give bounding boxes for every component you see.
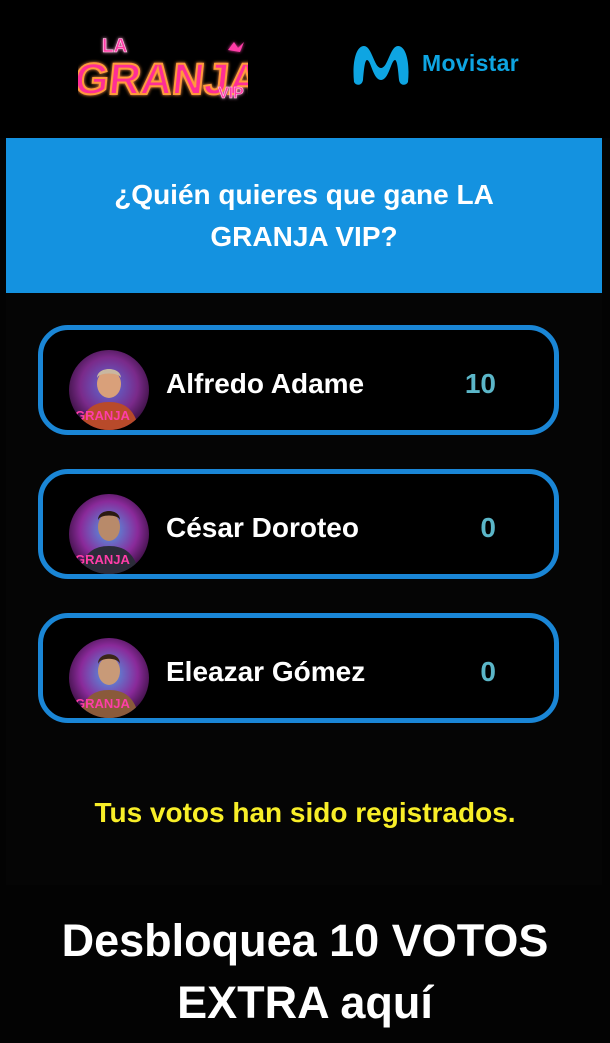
candidate-card[interactable]: GRANJA César Doroteo 0 [38,469,559,579]
candidate-vote-count: 0 [480,512,496,543]
movistar-logo: Movistar [350,38,519,88]
candidate-vote-count: 0 [480,656,496,687]
candidate-avatar: GRANJA [69,638,149,718]
poll-question-banner: ¿Quién quieres que gane LA GRANJA VIP? [6,138,602,293]
svg-text:GRANJA: GRANJA [75,408,131,423]
vote-status-message: Tus votos han sido registrados. [94,797,516,828]
poll-question: ¿Quién quieres que gane LA GRANJA VIP? [114,178,494,252]
extra-votes-link[interactable]: Desbloquea 10 VOTOS EXTRA aquí [0,910,610,1034]
la-granja-vip-logo: LA GRANJA VIP [78,30,248,106]
candidate-card[interactable]: GRANJA Alfredo Adame 10 [38,325,559,435]
header: LA GRANJA VIP Movistar [0,0,610,138]
extra-votes-label[interactable]: Desbloquea 10 VOTOS EXTRA aquí [35,910,575,1034]
candidate-vote-count: 10 [464,368,496,399]
candidate-avatar: GRANJA [69,350,149,430]
svg-text:GRANJA: GRANJA [75,696,131,711]
candidate-card[interactable]: GRANJA Eleazar Gómez 0 [38,613,559,723]
sponsor-name: Movistar [422,49,519,76]
svg-text:LA: LA [102,36,128,57]
candidate-name: César Doroteo [166,512,359,543]
movistar-m-icon [353,46,409,85]
candidate-name: Eleazar Gómez [166,656,366,687]
svg-text:VIP: VIP [218,85,244,102]
candidate-name: Alfredo Adame [166,368,365,399]
svg-text:GRANJA: GRANJA [75,552,131,567]
candidate-avatar: GRANJA [69,494,149,574]
